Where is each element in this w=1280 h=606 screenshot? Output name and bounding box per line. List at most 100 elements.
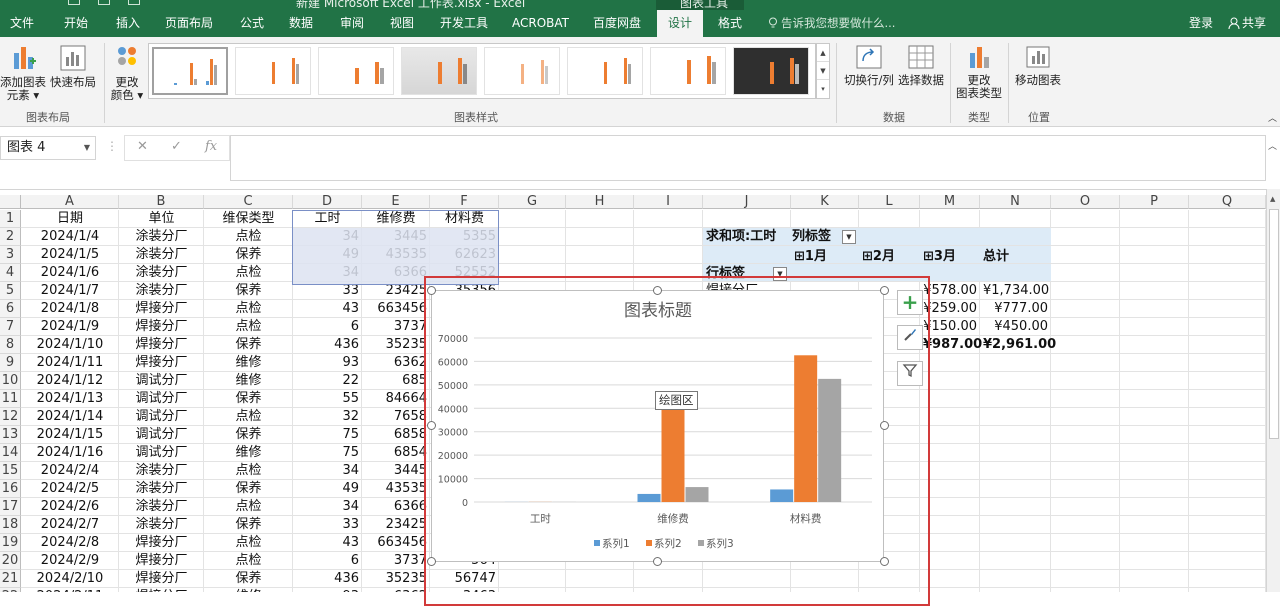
cell[interactable]: 436: [293, 570, 362, 588]
expand-formula-icon[interactable]: ︿: [1268, 139, 1277, 152]
cell[interactable]: 2024/1/11: [21, 354, 119, 372]
cell[interactable]: 93: [293, 354, 362, 372]
cell[interactable]: 焊接分厂: [119, 354, 204, 372]
tab-data[interactable]: 数据: [289, 10, 313, 37]
cell[interactable]: 663456: [362, 300, 430, 318]
cell[interactable]: 涂装分厂: [119, 228, 204, 246]
cell[interactable]: 焊接分厂: [119, 300, 204, 318]
cell[interactable]: 2024/1/5: [21, 246, 119, 264]
tab-developer[interactable]: 开发工具: [440, 10, 488, 37]
pivot-cell[interactable]: ⊞1月: [791, 248, 830, 266]
column-header[interactable]: D: [293, 195, 362, 209]
change-colors-button[interactable]: 更改颜色 ▾: [108, 43, 146, 102]
gallery-scroll[interactable]: ▲▼▾: [816, 43, 830, 99]
cell[interactable]: 调试分厂: [119, 372, 204, 390]
cell[interactable]: 调试分厂: [119, 444, 204, 462]
scroll-up-icon[interactable]: ▲: [1270, 195, 1275, 203]
cell[interactable]: 2024/1/13: [21, 390, 119, 408]
pivot-cell[interactable]: 总计: [980, 248, 1012, 266]
cell[interactable]: 调试分厂: [119, 408, 204, 426]
cell[interactable]: 保养: [204, 336, 293, 354]
tab-insert[interactable]: 插入: [116, 10, 140, 37]
cell[interactable]: 点检: [204, 462, 293, 480]
cell[interactable]: 34: [293, 498, 362, 516]
cell[interactable]: 3737: [362, 552, 430, 570]
row-header[interactable]: 16: [0, 480, 21, 498]
cell[interactable]: 保养: [204, 282, 293, 300]
chart-style-3[interactable]: [318, 47, 394, 95]
row-header[interactable]: 5: [0, 282, 21, 300]
cell[interactable]: 2024/1/15: [21, 426, 119, 444]
share-button[interactable]: 共享: [1228, 10, 1266, 37]
column-header[interactable]: N: [980, 195, 1051, 209]
pivot-cell[interactable]: ⊞2月: [859, 248, 898, 266]
cell[interactable]: 23425: [362, 516, 430, 534]
cell[interactable]: 3445: [362, 462, 430, 480]
vertical-scrollbar[interactable]: ▲: [1266, 189, 1280, 592]
cell[interactable]: 涂装分厂: [119, 282, 204, 300]
cell[interactable]: 2024/1/7: [21, 282, 119, 300]
cell[interactable]: 2024/1/14: [21, 408, 119, 426]
row-header[interactable]: 20: [0, 552, 21, 570]
cell[interactable]: 保养: [204, 570, 293, 588]
cell[interactable]: 84664: [362, 390, 430, 408]
cell[interactable]: 2024/1/9: [21, 318, 119, 336]
chart-style-6[interactable]: [567, 47, 643, 95]
row-header[interactable]: 12: [0, 408, 21, 426]
gallery-down-icon[interactable]: ▼: [817, 62, 829, 80]
resize-handle[interactable]: [427, 421, 436, 430]
quick-layout-button[interactable]: 快速布局: [48, 43, 98, 89]
redo-icon[interactable]: [128, 0, 140, 5]
cell[interactable]: 2024/2/11: [21, 588, 119, 592]
column-header[interactable]: C: [204, 195, 293, 209]
tab-format[interactable]: 格式: [718, 10, 742, 37]
cell[interactable]: 6: [293, 318, 362, 336]
move-chart-button[interactable]: 移动图表: [1012, 43, 1064, 87]
column-header[interactable]: L: [859, 195, 920, 209]
chart-style-7[interactable]: [650, 47, 726, 95]
cell[interactable]: 涂装分厂: [119, 516, 204, 534]
cell[interactable]: 维修: [204, 588, 293, 592]
gallery-up-icon[interactable]: ▲: [817, 44, 829, 62]
resize-handle[interactable]: [427, 286, 436, 295]
chart-style-4[interactable]: [401, 47, 477, 95]
tab-view[interactable]: 视图: [390, 10, 414, 37]
tab-formulas[interactable]: 公式: [240, 10, 264, 37]
cell[interactable]: 6362: [362, 354, 430, 372]
cell[interactable]: 436: [293, 336, 362, 354]
chart-object[interactable]: 图表标题700006000050000400003000020000100000…: [431, 290, 884, 562]
collapse-ribbon-icon[interactable]: ︿: [1268, 111, 1277, 124]
cell[interactable]: 日期: [21, 210, 119, 228]
cell[interactable]: 2024/2/8: [21, 534, 119, 552]
cell[interactable]: 涂装分厂: [119, 480, 204, 498]
cell[interactable]: 焊接分厂: [119, 318, 204, 336]
row-header[interactable]: 4: [0, 264, 21, 282]
cell[interactable]: 685: [362, 372, 430, 390]
cell[interactable]: 点检: [204, 498, 293, 516]
cell[interactable]: 涂装分厂: [119, 246, 204, 264]
cell[interactable]: 保养: [204, 390, 293, 408]
cell[interactable]: 焊接分厂: [119, 588, 204, 592]
resize-handle[interactable]: [880, 421, 889, 430]
cell[interactable]: 维修: [204, 372, 293, 390]
cell[interactable]: 43: [293, 534, 362, 552]
switch-row-column-button[interactable]: 切换行/列: [842, 43, 896, 87]
chart-style-8[interactable]: [733, 47, 809, 95]
tab-home[interactable]: 开始: [64, 10, 88, 37]
cell[interactable]: 调试分厂: [119, 390, 204, 408]
save-icon[interactable]: [68, 0, 80, 5]
scrollbar-thumb[interactable]: [1269, 209, 1279, 439]
cell[interactable]: 保养: [204, 426, 293, 444]
row-header[interactable]: 11: [0, 390, 21, 408]
pivot-column-label[interactable]: 列标签: [789, 228, 834, 246]
resize-handle[interactable]: [880, 286, 889, 295]
cell[interactable]: 单位: [119, 210, 204, 228]
row-header[interactable]: 17: [0, 498, 21, 516]
row-header[interactable]: 14: [0, 444, 21, 462]
cell[interactable]: 保养: [204, 480, 293, 498]
cell[interactable]: 2024/1/6: [21, 264, 119, 282]
cell[interactable]: 2024/1/10: [21, 336, 119, 354]
cell[interactable]: 焊接分厂: [119, 336, 204, 354]
tab-page-layout[interactable]: 页面布局: [165, 10, 213, 37]
tab-design[interactable]: 设计: [657, 10, 703, 37]
